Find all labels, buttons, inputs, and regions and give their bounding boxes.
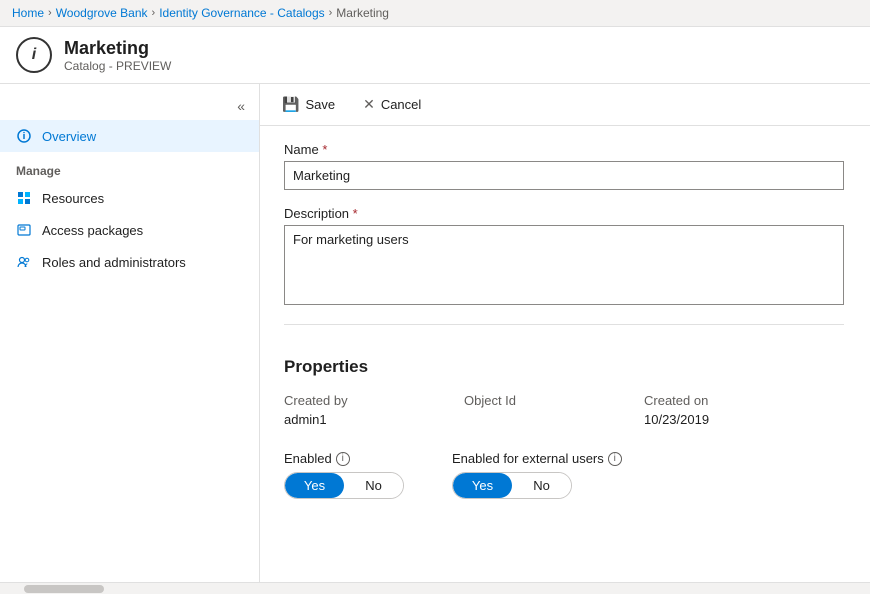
form-divider [284,324,844,325]
enabled-external-info-icon[interactable]: i [608,452,622,466]
sidebar-item-overview[interactable]: Overview [0,120,259,152]
cancel-button[interactable]: ✕ Cancel [357,92,427,117]
sidebar: « Overview Manage Re [0,84,260,582]
form-area: Name * Description * For marketing users [260,126,870,357]
enabled-toggle-group: Enabled i Yes No [284,451,404,499]
enabled-toggle-switch: Yes No [284,472,404,499]
cancel-label: Cancel [381,97,421,112]
enabled-external-no-button[interactable]: No [512,473,571,498]
sidebar-item-access-packages[interactable]: Access packages [0,214,259,246]
description-input[interactable]: For marketing users [284,225,844,305]
bottom-scrollbar [0,582,870,594]
page-header: i Marketing Catalog - PREVIEW [0,27,870,84]
prop-created-on-label: Created on [644,393,824,408]
sidebar-section-manage: Manage [0,152,259,182]
description-required: * [353,206,358,221]
save-label: Save [305,97,335,112]
description-label: Description * [284,206,846,221]
enabled-external-toggle-switch: Yes No [452,472,572,499]
prop-created-by-label: Created by [284,393,464,408]
header-icon: i [16,37,52,73]
enabled-external-label-row: Enabled for external users i [452,451,622,466]
collapse-button[interactable]: « [231,96,251,116]
header-text: Marketing Catalog - PREVIEW [64,38,171,73]
breadcrumb-governance[interactable]: Identity Governance - Catalogs [159,6,324,20]
description-label-text: Description [284,206,349,221]
enabled-label-row: Enabled i [284,451,404,466]
sidebar-label-resources: Resources [42,191,104,206]
form-group-name: Name * [284,142,846,190]
properties-section: Properties Created by admin1 Object Id C… [260,357,870,515]
prop-created-by: Created by admin1 [284,393,464,443]
enabled-info-icon[interactable]: i [336,452,350,466]
sidebar-item-roles[interactable]: Roles and administrators [0,246,259,278]
page-title: Marketing [64,38,171,59]
breadcrumb-home[interactable]: Home [12,6,44,20]
breadcrumb-woodgrove[interactable]: Woodgrove Bank [56,6,148,20]
enabled-external-yes-button[interactable]: Yes [453,473,512,498]
enabled-external-label: Enabled for external users [452,451,604,466]
chevron-icon: › [329,7,333,19]
chevron-icon: › [48,7,52,19]
prop-created-by-value: admin1 [284,412,464,427]
name-input[interactable] [284,161,844,190]
overview-icon [16,128,32,144]
access-packages-icon [16,222,32,238]
sidebar-collapse-area: « [0,92,259,120]
breadcrumb-current: Marketing [336,6,389,20]
properties-title: Properties [284,357,846,377]
page-subtitle: Catalog - PREVIEW [64,59,171,73]
prop-created-on: Created on 10/23/2019 [644,393,824,443]
enabled-yes-button[interactable]: Yes [285,473,344,498]
name-label: Name * [284,142,846,157]
sidebar-label-overview: Overview [42,129,96,144]
chevron-icon: › [152,7,156,19]
prop-created-on-value: 10/23/2019 [644,412,824,427]
properties-grid: Created by admin1 Object Id Created on 1… [284,393,846,443]
toggles-row: Enabled i Yes No Enabled for external us… [284,451,846,499]
prop-object-id-label: Object Id [464,393,644,408]
prop-object-id: Object Id [464,393,644,443]
cancel-icon: ✕ [363,96,375,113]
breadcrumb: Home › Woodgrove Bank › Identity Governa… [0,0,870,27]
sidebar-item-resources[interactable]: Resources [0,182,259,214]
name-required: * [322,142,327,157]
enabled-label: Enabled [284,451,332,466]
sidebar-label-access-packages: Access packages [42,223,143,238]
info-icon-letter: i [32,46,36,64]
toolbar: 💾 Save ✕ Cancel [260,84,870,126]
name-label-text: Name [284,142,319,157]
main-layout: « Overview Manage Re [0,84,870,582]
roles-icon [16,254,32,270]
resources-icon [16,190,32,206]
sidebar-label-roles: Roles and administrators [42,255,186,270]
enabled-external-toggle-group: Enabled for external users i Yes No [452,451,622,499]
enabled-no-button[interactable]: No [344,473,403,498]
save-button[interactable]: 💾 Save [276,92,341,117]
main-content: 💾 Save ✕ Cancel Name * Description * [260,84,870,582]
save-icon: 💾 [282,96,299,113]
form-group-description: Description * For marketing users [284,206,846,308]
